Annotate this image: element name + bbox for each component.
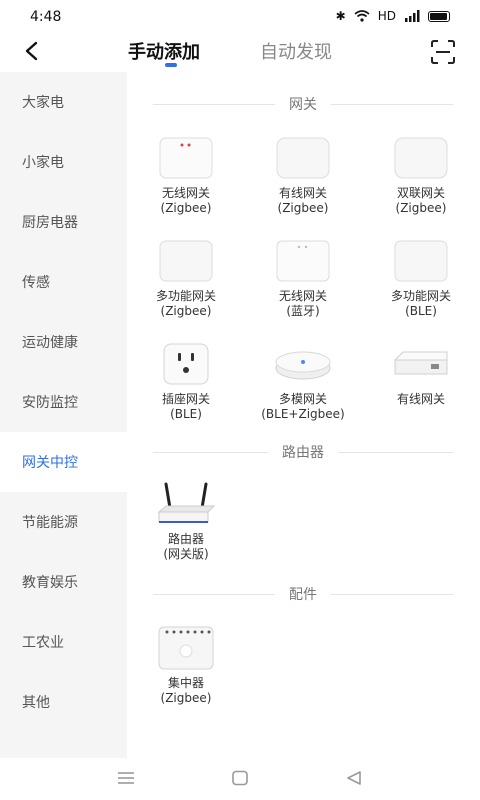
device-label: 多功能网关 (BLE) — [390, 289, 451, 318]
section-header-accessories: 配件 — [153, 584, 453, 604]
scan-icon[interactable] — [430, 39, 456, 65]
back-triangle-icon[interactable] — [344, 770, 364, 786]
device-image — [391, 237, 451, 285]
sidebar-item-energy[interactable]: 节能能源 — [0, 492, 127, 552]
device-image — [391, 134, 451, 182]
tab-auto-discover[interactable]: 自动发现 — [260, 38, 332, 64]
wifi-icon — [354, 10, 370, 22]
sidebar-item-small-appliances[interactable]: 小家电 — [0, 132, 127, 192]
device-multifunction-gateway-zigbee[interactable]: 多功能网关 (Zigbee) — [131, 237, 241, 319]
device-list: 网关 无线网关 (Zigbee) 有线网关 (Zigbee) 双联网关 (Zig… — [127, 72, 480, 758]
device-label: 无线网关 (蓝牙) — [278, 289, 327, 318]
device-wireless-gateway-zigbee[interactable]: 无线网关 (Zigbee) — [131, 134, 241, 216]
home-icon[interactable] — [230, 770, 250, 786]
menu-icon[interactable] — [116, 770, 136, 786]
device-image — [273, 340, 333, 388]
device-label: 多模网关 (BLE+Zigbee) — [261, 392, 345, 421]
section-title: 配件 — [289, 587, 317, 603]
device-image — [391, 340, 451, 388]
device-label: 无线网关 (Zigbee) — [160, 186, 212, 215]
device-socket-gateway-ble[interactable]: 插座网关 (BLE) — [131, 340, 241, 422]
sidebar-item-education[interactable]: 教育娱乐 — [0, 552, 127, 612]
section-title: 网关 — [289, 97, 317, 113]
device-wired-gateway-zigbee[interactable]: 有线网关 (Zigbee) — [248, 134, 358, 216]
device-router-gateway[interactable]: 路由器 (网关版) — [131, 480, 241, 562]
device-image — [156, 237, 216, 285]
status-time: 4:48 — [30, 9, 62, 25]
tab-manual-add[interactable]: 手动添加 — [128, 38, 200, 64]
system-nav-bar — [0, 758, 480, 800]
sidebar-item-security[interactable]: 安防监控 — [0, 372, 127, 432]
device-wired-gateway[interactable]: 有线网关 — [366, 340, 476, 407]
device-label: 多功能网关 (Zigbee) — [155, 289, 216, 318]
device-concentrator-zigbee[interactable]: 集中器 (Zigbee) — [131, 624, 241, 706]
sidebar-item-gateway[interactable]: 网关中控 — [0, 432, 127, 492]
chevron-left-icon — [25, 41, 38, 61]
device-label: 路由器 (网关版) — [163, 532, 209, 561]
device-label: 集中器 (Zigbee) — [160, 676, 212, 705]
back-button[interactable] — [18, 38, 44, 64]
device-image — [156, 134, 216, 182]
status-icons: ✱ HD — [336, 9, 450, 23]
status-bar: 4:48 ✱ HD — [0, 0, 480, 34]
battery-icon — [428, 10, 450, 22]
section-header-gateway: 网关 — [153, 94, 453, 114]
sidebar-item-health[interactable]: 运动健康 — [0, 312, 127, 372]
sidebar-item-other[interactable]: 其他 — [0, 672, 127, 732]
network-type-label: HD — [377, 9, 396, 23]
device-image — [156, 624, 216, 672]
device-multifunction-gateway-ble[interactable]: 多功能网关 (BLE) — [366, 237, 476, 319]
section-header-router: 路由器 — [153, 442, 453, 462]
device-multimode-gateway[interactable]: 多模网关 (BLE+Zigbee) — [248, 340, 358, 422]
sidebar-item-industry[interactable]: 工农业 — [0, 612, 127, 672]
device-image — [156, 340, 216, 388]
device-image — [273, 134, 333, 182]
device-wireless-gateway-bluetooth[interactable]: 无线网关 (蓝牙) — [248, 237, 358, 319]
device-label: 有线网关 (Zigbee) — [277, 186, 329, 215]
section-title: 路由器 — [282, 445, 324, 461]
bluetooth-icon: ✱ — [335, 9, 346, 23]
device-label: 插座网关 (BLE) — [161, 392, 210, 421]
sidebar-item-sensors[interactable]: 传感 — [0, 252, 127, 312]
sidebar-item-major-appliances[interactable]: 大家电 — [0, 72, 127, 132]
device-label: 有线网关 — [396, 392, 445, 406]
device-label: 双联网关 (Zigbee) — [395, 186, 447, 215]
device-image — [273, 237, 333, 285]
category-sidebar: 大家电 小家电 厨房电器 传感 运动健康 安防监控 网关中控 节能能源 教育娱乐… — [0, 72, 127, 758]
sidebar-item-kitchen[interactable]: 厨房电器 — [0, 192, 127, 252]
top-bar: 手动添加 自动发现 — [0, 34, 480, 72]
device-image — [156, 480, 216, 528]
tab-indicator — [165, 63, 177, 67]
signal-icon — [405, 10, 420, 22]
device-dual-gateway-zigbee[interactable]: 双联网关 (Zigbee) — [366, 134, 476, 216]
